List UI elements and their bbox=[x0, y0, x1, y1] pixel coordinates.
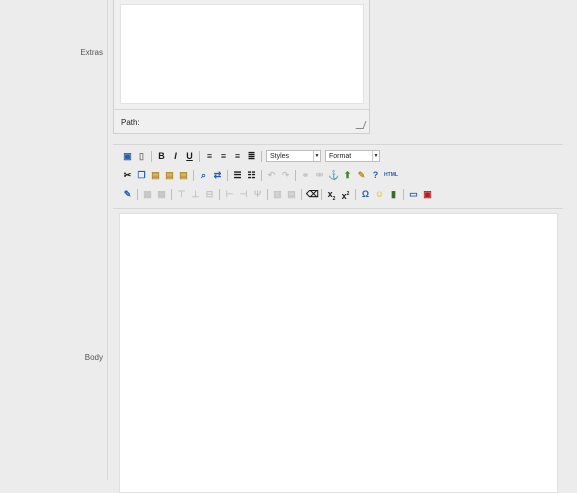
toolbar-separator bbox=[295, 169, 296, 181]
find-icon[interactable]: ⌕ bbox=[198, 170, 209, 181]
table-icon[interactable]: ▦ bbox=[142, 189, 153, 200]
redo-icon[interactable]: ↷ bbox=[280, 170, 291, 181]
toolbar-separator bbox=[355, 188, 356, 200]
special-char-button[interactable]: Ω bbox=[360, 189, 371, 200]
delete-col-icon[interactable]: Ψ bbox=[252, 189, 263, 200]
underline-button[interactable]: U bbox=[184, 151, 195, 162]
styles-select[interactable]: Styles ▼ bbox=[266, 150, 321, 162]
replace-icon[interactable]: ⇄ bbox=[212, 170, 223, 181]
toolbar-top-divider bbox=[113, 144, 563, 145]
body-text-area[interactable] bbox=[119, 213, 558, 493]
table-props-icon[interactable]: ▦ bbox=[156, 189, 167, 200]
extras-editor: Path: bbox=[113, 0, 370, 134]
row-after-icon[interactable]: ⊥ bbox=[190, 189, 201, 200]
emoticon-icon[interactable]: ☺ bbox=[374, 189, 385, 200]
align-right-icon[interactable]: ≡ bbox=[232, 151, 243, 162]
anchor-icon[interactable]: ⚓ bbox=[328, 170, 339, 181]
align-justify-icon[interactable]: ≣ bbox=[246, 151, 257, 162]
media-icon[interactable]: ▮ bbox=[388, 189, 399, 200]
label-column: Extras Body bbox=[0, 0, 108, 480]
toolbar-row-3: ✎ ▦ ▦ ⊤ ⊥ ⊟ ⊢ ⊣ Ψ ▥ ▤ ⌫ x2 x2 Ω ☺ ▮ ▭ ▣ bbox=[122, 187, 436, 201]
save-icon[interactable]: ▣ bbox=[122, 151, 133, 162]
toolbar-separator bbox=[267, 188, 268, 200]
undo-icon[interactable]: ↶ bbox=[266, 170, 277, 181]
resize-grip-icon[interactable] bbox=[355, 121, 367, 129]
superscript-button[interactable]: x2 bbox=[340, 189, 351, 201]
cut-icon[interactable]: ✂ bbox=[122, 170, 133, 181]
split-cells-icon[interactable]: ▥ bbox=[272, 189, 283, 200]
edit-css-icon[interactable]: ✎ bbox=[122, 189, 133, 200]
numbered-list-icon[interactable]: ☷ bbox=[246, 170, 257, 181]
delete-row-icon[interactable]: ⊟ bbox=[204, 189, 215, 200]
toolbar-separator bbox=[137, 188, 138, 200]
unlink-icon[interactable]: ⚮ bbox=[314, 170, 325, 181]
align-left-icon[interactable]: ≡ bbox=[204, 151, 215, 162]
toolbar-bottom-divider bbox=[113, 208, 563, 209]
html-source-button[interactable]: HTML bbox=[384, 170, 398, 181]
toolbar-separator bbox=[199, 150, 200, 162]
eraser-icon[interactable]: ⌫ bbox=[306, 189, 319, 200]
toolbar-separator bbox=[171, 188, 172, 200]
extras-label: Extras bbox=[80, 48, 103, 57]
italic-button[interactable]: I bbox=[170, 151, 181, 162]
styles-select-value: Styles bbox=[270, 152, 290, 160]
extras-status-bar: Path: bbox=[114, 109, 369, 134]
paste-text-icon[interactable]: ▤ bbox=[164, 170, 175, 181]
toolbar-separator bbox=[261, 169, 262, 181]
toolbar-row-1: ▣ ▯ B I U ≡ ≡ ≡ ≣ Styles ▼ Format ▼ bbox=[122, 149, 384, 163]
row-before-icon[interactable]: ⊤ bbox=[176, 189, 187, 200]
copy-icon[interactable]: ❐ bbox=[136, 170, 147, 181]
image-icon[interactable]: ⬆ bbox=[342, 170, 353, 181]
toolbar-separator bbox=[193, 169, 194, 181]
new-page-icon[interactable]: ▯ bbox=[136, 151, 147, 162]
path-label: Path: bbox=[121, 118, 140, 127]
help-icon[interactable]: ? bbox=[370, 170, 381, 181]
chevron-down-icon: ▼ bbox=[313, 151, 320, 161]
extras-text-area[interactable] bbox=[120, 4, 364, 104]
format-select[interactable]: Format ▼ bbox=[325, 150, 380, 162]
toolbar-separator bbox=[403, 188, 404, 200]
align-center-icon[interactable]: ≡ bbox=[218, 151, 229, 162]
toolbar-separator bbox=[151, 150, 152, 162]
paste-icon[interactable]: ▤ bbox=[150, 170, 161, 181]
preview-icon[interactable]: ▣ bbox=[422, 189, 433, 200]
cleanup-icon[interactable]: ✎ bbox=[356, 170, 367, 181]
toolbar-separator bbox=[219, 188, 220, 200]
col-after-icon[interactable]: ⊣ bbox=[238, 189, 249, 200]
chevron-down-icon: ▼ bbox=[372, 151, 379, 161]
toolbar-separator bbox=[227, 169, 228, 181]
link-icon[interactable]: ⚭ bbox=[300, 170, 311, 181]
paste-word-icon[interactable]: ▤ bbox=[178, 170, 189, 181]
format-select-value: Format bbox=[329, 152, 352, 160]
toolbar-row-2: ✂ ❐ ▤ ▤ ▤ ⌕ ⇄ ☰ ☷ ↶ ↷ ⚭ ⚮ ⚓ ⬆ ✎ ? HTML bbox=[122, 168, 401, 182]
toolbar-separator bbox=[321, 188, 322, 200]
body-label: Body bbox=[84, 353, 103, 362]
merge-cells-icon[interactable]: ▤ bbox=[286, 189, 297, 200]
fullscreen-icon[interactable]: ▭ bbox=[408, 189, 419, 200]
toolbar-separator bbox=[301, 188, 302, 200]
toolbar-separator bbox=[261, 150, 262, 162]
subscript-button[interactable]: x2 bbox=[326, 189, 337, 202]
bulleted-list-icon[interactable]: ☰ bbox=[232, 170, 243, 181]
bold-button[interactable]: B bbox=[156, 151, 167, 162]
col-before-icon[interactable]: ⊢ bbox=[224, 189, 235, 200]
